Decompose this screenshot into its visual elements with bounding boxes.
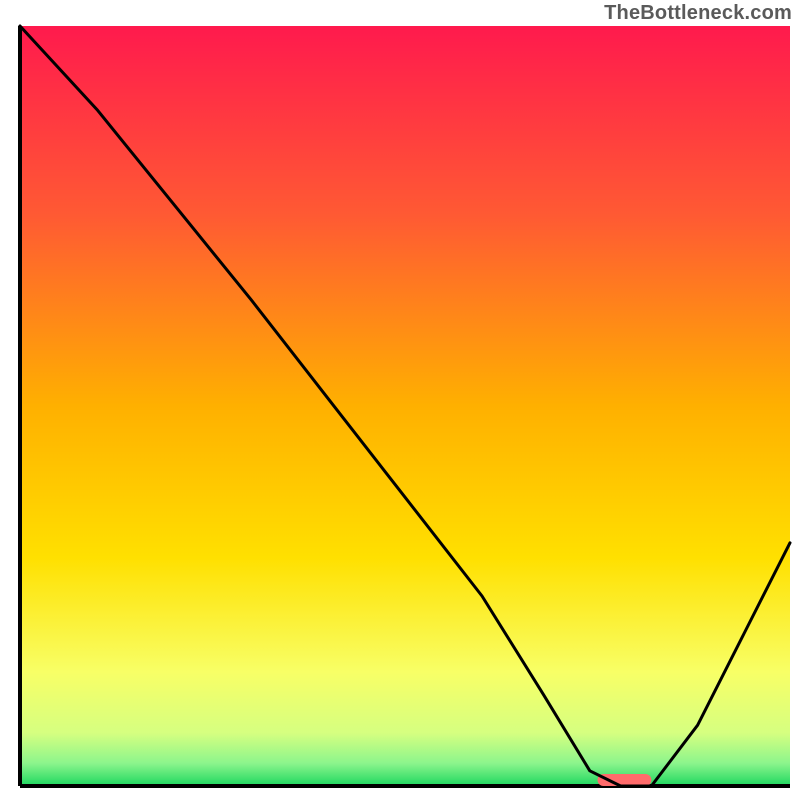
gradient-background: [20, 26, 790, 786]
plot-area: [20, 26, 790, 786]
bottleneck-chart: [0, 0, 800, 800]
chart-container: { "watermark": "TheBottleneck.com", "col…: [0, 0, 800, 800]
watermark-text: TheBottleneck.com: [604, 2, 792, 25]
